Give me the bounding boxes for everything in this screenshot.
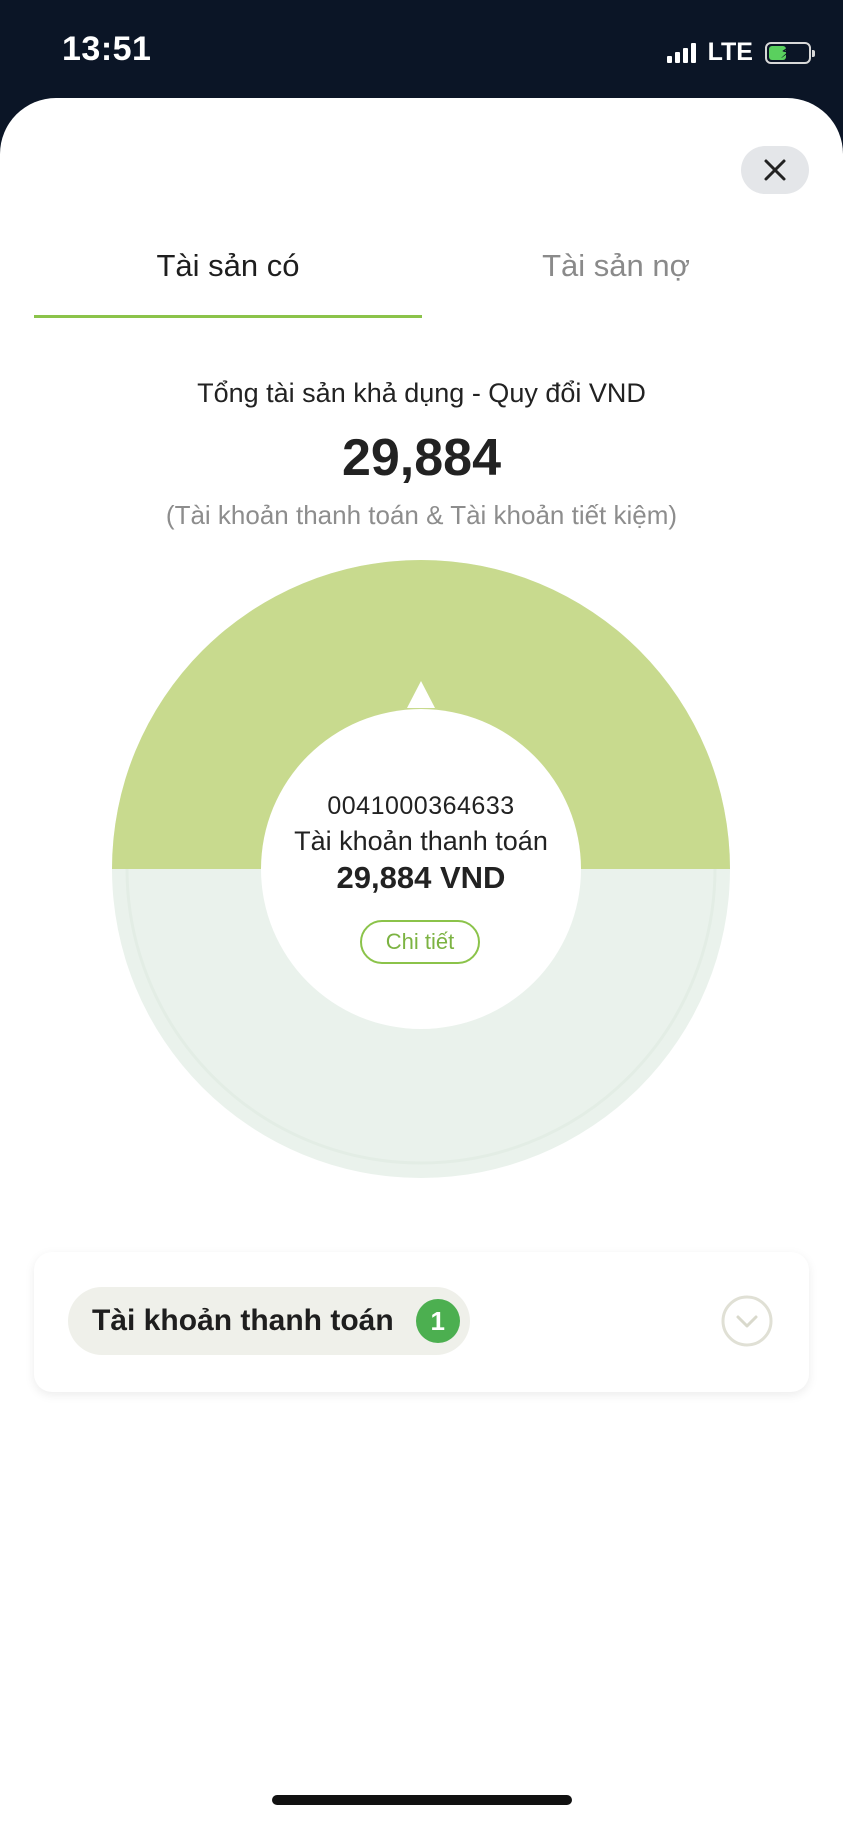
account-group-card: Tài khoản thanh toán 1 [34, 1252, 809, 1392]
signal-icon [666, 42, 696, 63]
status-bar: 13:51 LTE ⚡ [0, 0, 843, 100]
tab-liabilities[interactable]: Tài sản nợ [422, 248, 810, 318]
home-indicator[interactable] [272, 1795, 572, 1805]
account-group-label: Tài khoản thanh toán [92, 1304, 394, 1337]
asset-sheet: Tài sản có Tài sản nợ Tổng tài sản khả d… [0, 98, 843, 1825]
status-indicators: LTE ⚡ [666, 38, 815, 67]
battery-tip [812, 49, 815, 57]
account-balance: 29,884 VND [336, 860, 506, 895]
tab-assets-label: Tài sản có [156, 248, 300, 283]
summary-label: Tổng tài sản khả dụng - Quy đổi VND [197, 378, 646, 408]
chevron-down-icon [721, 1295, 773, 1347]
close-button[interactable] [741, 146, 809, 194]
account-number: 0041000364633 [327, 792, 515, 820]
detail-button[interactable]: Chi tiết [360, 920, 480, 964]
active-tab-indicator [34, 315, 422, 318]
tab-assets[interactable]: Tài sản có [34, 248, 422, 318]
network-label: LTE [707, 38, 753, 66]
status-time: 13:51 [62, 30, 152, 68]
asset-tabs: Tài sản có Tài sản nợ [34, 248, 809, 318]
expand-toggle[interactable] [720, 1294, 774, 1348]
account-count-badge: 1 [415, 1299, 460, 1343]
account-group-chip[interactable]: Tài khoản thanh toán 1 [68, 1287, 470, 1355]
charging-bolt-icon: ⚡ [780, 42, 792, 62]
summary-total: 29,884 [341, 429, 502, 487]
summary-note: (Tài khoản thanh toán & Tài khoản tiết k… [165, 500, 678, 530]
asset-donut-chart: 0041000364633 Tài khoản thanh toán 29,88… [112, 560, 730, 1178]
tab-liabilities-label: Tài sản nợ [542, 248, 690, 283]
donut-center: 0041000364633 Tài khoản thanh toán 29,88… [271, 720, 571, 1020]
battery-icon: ⚡ [765, 41, 815, 64]
account-type: Tài khoản thanh toán [294, 826, 548, 856]
close-icon [764, 159, 786, 181]
